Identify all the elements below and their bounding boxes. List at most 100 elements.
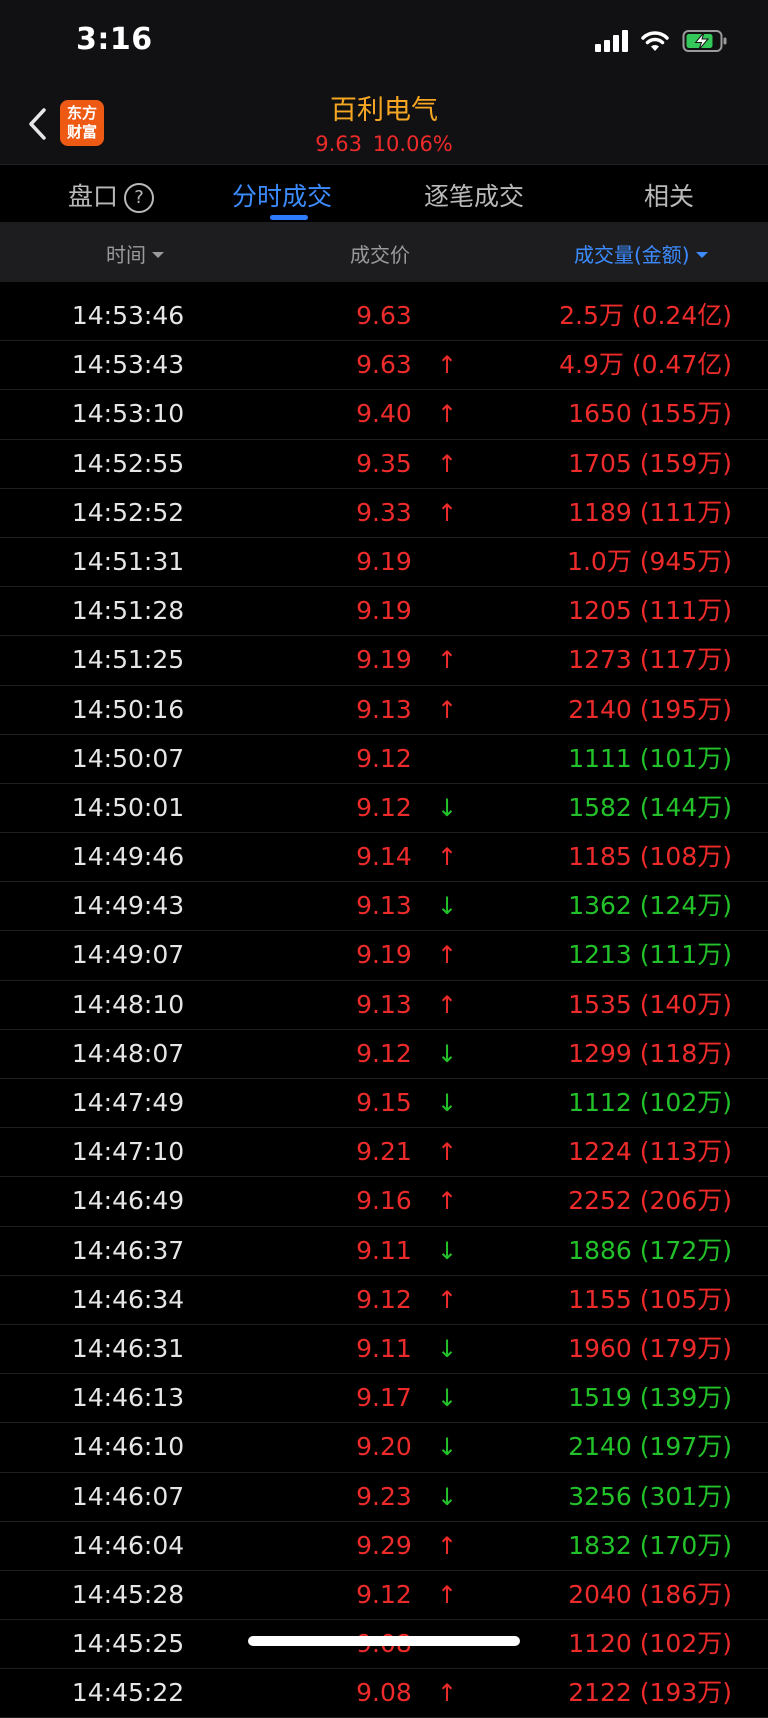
trade-price: 9.12 bbox=[356, 1284, 412, 1314]
trade-price: 9.20 bbox=[356, 1432, 412, 1462]
trade-price: 9.11 bbox=[356, 1235, 412, 1265]
trade-time: 14:46:10 bbox=[71, 1432, 185, 1462]
trade-volume: 1960 (179万) bbox=[568, 1333, 732, 1363]
trade-time: 14:47:10 bbox=[71, 1137, 185, 1167]
trade-price: 9.40 bbox=[356, 399, 412, 429]
trade-price: 9.33 bbox=[356, 497, 412, 527]
column-header: 时间 成交价 成交量(金额) bbox=[0, 222, 768, 282]
stock-quote: 9.63 10.06% bbox=[0, 132, 768, 156]
trade-price: 9.23 bbox=[356, 1481, 412, 1511]
down-arrow-icon: ↓ bbox=[436, 1236, 458, 1265]
trade-volume: 1886 (172万) bbox=[568, 1235, 732, 1265]
wifi-icon bbox=[641, 31, 669, 51]
trade-price: 9.19 bbox=[356, 645, 412, 675]
down-arrow-icon: ↓ bbox=[436, 1384, 458, 1413]
trade-time: 14:46:13 bbox=[71, 1383, 185, 1413]
trade-volume: 1535 (140万) bbox=[568, 989, 732, 1019]
down-arrow-icon: ↓ bbox=[436, 1334, 458, 1363]
trade-row[interactable]: 14:46:37 9.11 ↓ 1886 (172万) bbox=[0, 1227, 768, 1276]
trade-price: 9.13 bbox=[356, 891, 412, 921]
trade-volume: 1.0万 (945万) bbox=[567, 546, 732, 576]
trade-row[interactable]: 14:51:28 9.19 1205 (111万) bbox=[0, 587, 768, 637]
trade-row[interactable]: 14:46:13 9.17 ↓ 1519 (139万) bbox=[0, 1374, 768, 1424]
trade-row[interactable]: 14:53:46 9.63 2.5万 (0.24亿) bbox=[0, 292, 768, 342]
up-arrow-icon: ↑ bbox=[436, 351, 458, 380]
trade-volume: 1155 (105万) bbox=[568, 1284, 732, 1314]
trade-row[interactable]: 14:50:07 9.12 1111 (101万) bbox=[0, 735, 768, 784]
stock-change-pct: 10.06% bbox=[372, 132, 453, 156]
trade-row[interactable]: 14:48:07 9.12 ↓ 1299 (118万) bbox=[0, 1030, 768, 1079]
trade-time: 14:51:28 bbox=[71, 596, 185, 626]
column-volume[interactable]: 成交量(金额) bbox=[574, 239, 708, 268]
trade-row[interactable]: 14:52:55 9.35 ↑ 1705 (159万) bbox=[0, 440, 768, 489]
help-icon[interactable]: ? bbox=[124, 183, 155, 213]
trade-time: 14:48:10 bbox=[71, 989, 185, 1019]
trade-price: 9.08 bbox=[356, 1678, 412, 1708]
tab-related[interactable]: 相关 bbox=[644, 177, 694, 213]
trade-row[interactable]: 14:51:31 9.19 1.0万 (945万) bbox=[0, 538, 768, 588]
trade-row[interactable]: 14:48:10 9.13 ↑ 1535 (140万) bbox=[0, 981, 768, 1030]
trade-row[interactable]: 14:45:22 9.08 ↑ 2122 (193万) bbox=[0, 1669, 768, 1718]
trade-row[interactable]: 14:51:25 9.19 ↑ 1273 (117万) bbox=[0, 636, 768, 686]
trade-time: 14:50:16 bbox=[71, 694, 185, 724]
column-time[interactable]: 时间 bbox=[106, 239, 164, 268]
stock-price: 9.63 bbox=[315, 132, 362, 156]
trade-row[interactable]: 14:53:43 9.63 ↑ 4.9万 (0.47亿) bbox=[0, 341, 768, 391]
trade-price: 9.19 bbox=[356, 546, 412, 576]
trade-time: 14:46:37 bbox=[71, 1235, 185, 1265]
trade-row[interactable]: 14:49:07 9.19 ↑ 1213 (111万) bbox=[0, 931, 768, 981]
home-indicator[interactable] bbox=[248, 1636, 520, 1646]
down-arrow-icon: ↓ bbox=[436, 1433, 458, 1462]
tab-bar: 盘口? 分时成交 逐笔成交 相关 bbox=[0, 164, 768, 223]
up-arrow-icon: ↑ bbox=[436, 1138, 458, 1167]
up-arrow-icon: ↑ bbox=[436, 1679, 458, 1708]
down-arrow-icon: ↓ bbox=[436, 1089, 458, 1117]
trade-price: 9.11 bbox=[356, 1333, 412, 1363]
trade-volume: 1112 (102万) bbox=[568, 1088, 732, 1117]
trade-volume: 2040 (186万) bbox=[568, 1579, 732, 1609]
up-arrow-icon: ↑ bbox=[436, 695, 458, 724]
trade-price: 9.19 bbox=[356, 596, 412, 626]
trade-row[interactable]: 14:50:16 9.13 ↑ 2140 (195万) bbox=[0, 686, 768, 735]
trade-time: 14:52:52 bbox=[71, 497, 185, 527]
trade-price: 9.12 bbox=[356, 792, 412, 822]
trade-row[interactable]: 14:53:10 9.40 ↑ 1650 (155万) bbox=[0, 390, 768, 440]
trades-table[interactable]: 14:53:46 9.63 2.5万 (0.24亿) 14:53:43 9.63 ↑ 4.9… bbox=[0, 292, 768, 1718]
up-arrow-icon: ↑ bbox=[436, 1531, 458, 1560]
trade-row[interactable]: 14:52:52 9.33 ↑ 1189 (111万) bbox=[0, 489, 768, 538]
status-time: 3:16 bbox=[76, 22, 153, 57]
trade-row[interactable]: 14:46:04 9.29 ↑ 1832 (170万) bbox=[0, 1522, 768, 1571]
trade-volume: 1705 (159万) bbox=[568, 448, 732, 478]
trade-row[interactable]: 14:47:10 9.21 ↑ 1224 (113万) bbox=[0, 1128, 768, 1178]
trade-row[interactable]: 14:46:07 9.23 ↓ 3256 (301万) bbox=[0, 1473, 768, 1522]
trade-row[interactable]: 14:46:10 9.20 ↓ 2140 (197万) bbox=[0, 1423, 768, 1473]
status-bar: 3:16 bbox=[0, 0, 768, 84]
tab-orderbook[interactable]: 盘口? bbox=[68, 177, 155, 213]
trade-row[interactable]: 14:49:43 9.13 ↓ 1362 (124万) bbox=[0, 882, 768, 932]
trade-price: 9.35 bbox=[356, 448, 412, 478]
sort-caret-icon bbox=[152, 252, 164, 258]
trade-time: 14:49:43 bbox=[71, 891, 185, 921]
trade-volume: 1362 (124万) bbox=[568, 891, 732, 921]
trade-row[interactable]: 14:47:49 9.15 ↓ 1112 (102万) bbox=[0, 1079, 768, 1129]
trade-volume: 2252 (206万) bbox=[568, 1186, 732, 1216]
trade-row[interactable]: 14:49:46 9.14 ↑ 1185 (108万) bbox=[0, 833, 768, 883]
column-time-label: 时间 bbox=[106, 243, 146, 267]
trade-time: 14:50:07 bbox=[71, 743, 185, 773]
up-arrow-icon: ↑ bbox=[436, 646, 458, 675]
trade-time: 14:53:46 bbox=[71, 301, 185, 330]
tab-tick-trades[interactable]: 逐笔成交 bbox=[424, 177, 524, 213]
tab-time-trades[interactable]: 分时成交 bbox=[232, 177, 332, 213]
up-arrow-icon: ↑ bbox=[436, 498, 458, 527]
trade-row[interactable]: 14:46:34 9.12 ↑ 1155 (105万) bbox=[0, 1276, 768, 1325]
trade-row[interactable]: 14:46:31 9.11 ↓ 1960 (179万) bbox=[0, 1325, 768, 1375]
sort-caret-icon bbox=[695, 252, 708, 258]
column-volume-label: 成交量(金额) bbox=[574, 243, 690, 267]
trade-volume: 1111 (101万) bbox=[568, 743, 732, 773]
trade-price: 9.15 bbox=[356, 1088, 412, 1117]
trade-volume: 1224 (113万) bbox=[568, 1137, 732, 1167]
trade-row[interactable]: 14:46:49 9.16 ↑ 2252 (206万) bbox=[0, 1177, 768, 1227]
trade-row[interactable]: 14:50:01 9.12 ↓ 1582 (144万) bbox=[0, 784, 768, 834]
trade-row[interactable]: 14:45:28 9.12 ↑ 2040 (186万) bbox=[0, 1571, 768, 1621]
trade-price: 9.12 bbox=[356, 1038, 412, 1068]
